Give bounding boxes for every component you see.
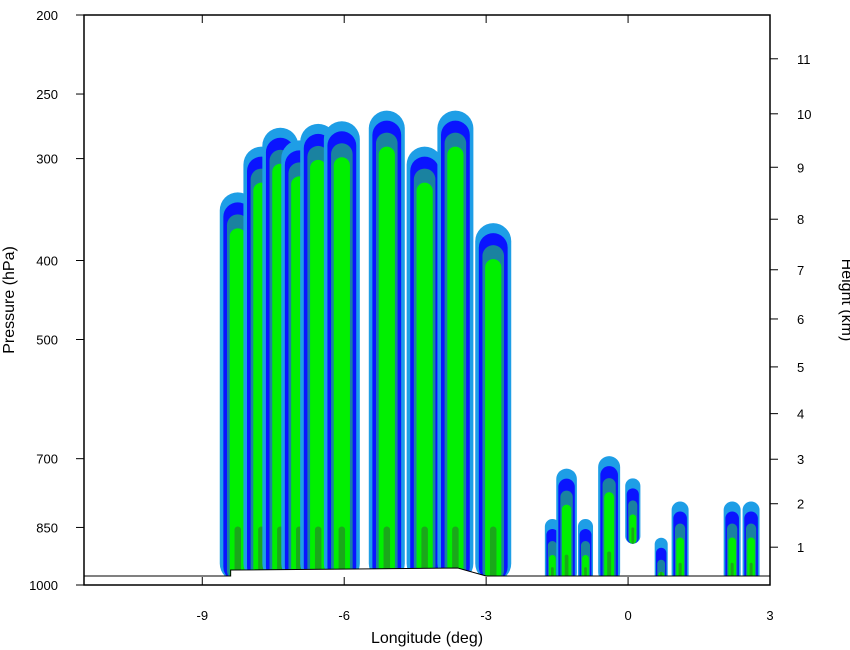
- y-left-tick-label: 850: [36, 520, 58, 535]
- y-right-tick-label: 4: [797, 407, 804, 422]
- y-left-tick-label: 500: [36, 333, 58, 348]
- x-tick-label: -9: [196, 608, 208, 623]
- contour-cell-7-level-4: [416, 182, 433, 582]
- plot-area: [84, 110, 770, 585]
- contour-cell-14-level-5: [631, 527, 635, 544]
- chart: -9 -6 -3 0 3 200 250 300 400 500 700 850 1000 1 2 3 4 5 6 7…: [1, 8, 850, 647]
- y-left-tick-label: 1000: [29, 578, 58, 593]
- y-right-tick-label: 11: [797, 52, 811, 67]
- y-right-axis-title: Height (km): [838, 259, 850, 342]
- x-axis-title: Longitude (deg): [371, 630, 483, 647]
- x-tick-label: 3: [766, 608, 773, 623]
- y-left-axis-title: Pressure (hPa): [1, 246, 18, 354]
- contour-layer: [219, 110, 760, 584]
- y-right-tick-label: 8: [797, 212, 804, 227]
- contour-cell-9-level-5: [489, 526, 497, 582]
- contour-cell-5-level-4: [333, 157, 350, 582]
- x-tick-label: 0: [624, 608, 631, 623]
- x-tick-label: -3: [480, 608, 492, 623]
- contour-cell-8-level-4: [447, 146, 464, 582]
- y-right-tick-label: 5: [797, 360, 804, 375]
- x-tick-label: -6: [338, 608, 350, 623]
- contour-cell-6-level-4: [378, 146, 395, 582]
- y-right-tick-label: 7: [797, 263, 804, 278]
- y-left-tick-label: 250: [36, 87, 58, 102]
- y-right-tick-label: 2: [797, 497, 804, 512]
- y-right-tick-label: 10: [797, 107, 811, 122]
- y-right-tick-label: 9: [797, 160, 804, 175]
- y-right-tick-label: 3: [797, 452, 804, 467]
- y-left-tick-label: 400: [36, 253, 58, 268]
- y-left-tick-label: 700: [36, 452, 58, 467]
- y-right-tick-label: 1: [797, 540, 804, 555]
- y-right-tick-label: 6: [797, 312, 804, 327]
- y-left-tick-label: 200: [36, 8, 58, 23]
- y-left-tick-label: 300: [36, 152, 58, 167]
